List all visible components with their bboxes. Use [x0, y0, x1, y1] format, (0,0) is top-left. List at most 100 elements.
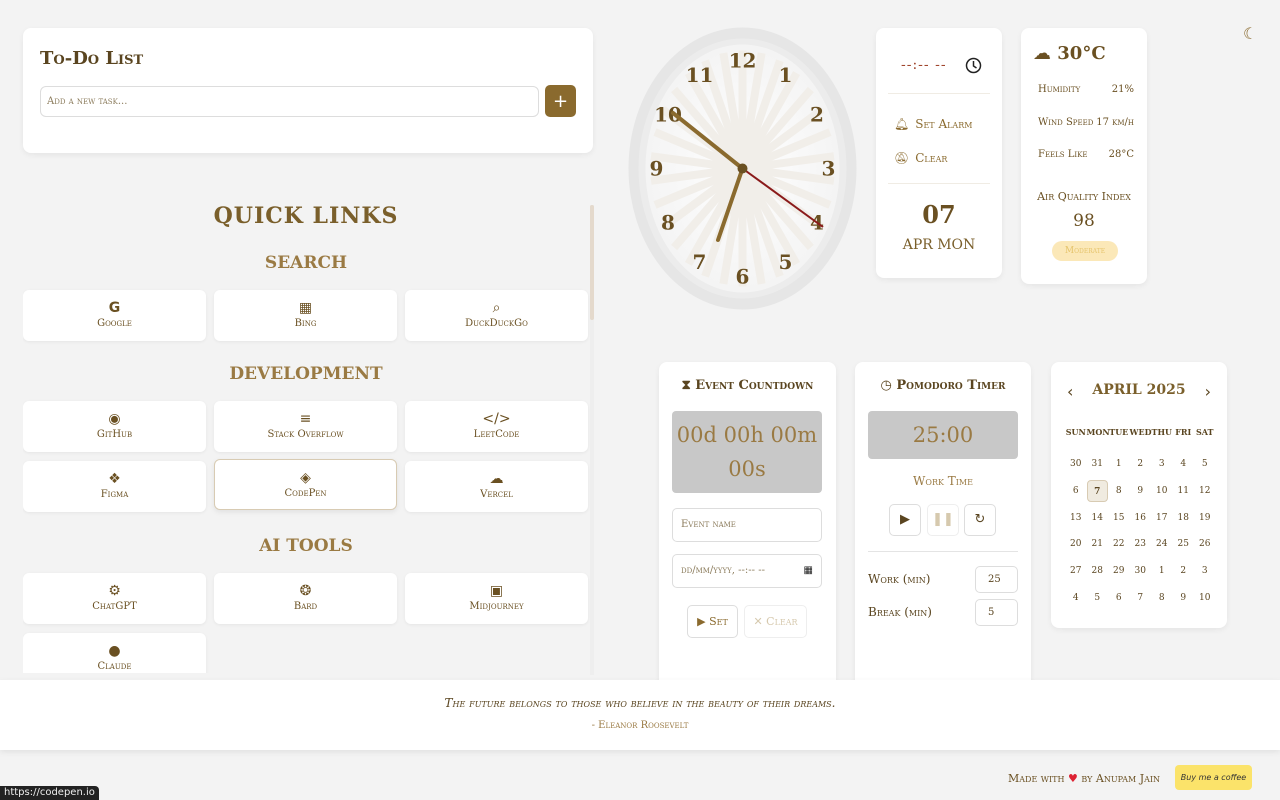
- calendar-day[interactable]: 20: [1065, 533, 1087, 560]
- calendar-day[interactable]: 11: [1173, 480, 1195, 507]
- humidity-label: Humidity: [1038, 84, 1081, 95]
- link-claude[interactable]: ● Claude: [23, 633, 206, 673]
- aqi-label: Air Quality Index: [1037, 190, 1131, 203]
- clear-countdown-button[interactable]: ✕ Clear: [744, 605, 807, 638]
- calendar-day[interactable]: 15: [1108, 507, 1130, 534]
- next-month-button[interactable]: ›: [1205, 382, 1211, 401]
- pause-button[interactable]: ❚❚: [927, 504, 959, 536]
- brain-icon: ❂: [299, 583, 312, 599]
- moon-icon[interactable]: ☾: [1243, 24, 1257, 43]
- work-input[interactable]: 25: [975, 566, 1018, 593]
- calendar-day[interactable]: 29: [1108, 560, 1130, 587]
- clear-alarm-button[interactable]: 🔕︎ Clear: [894, 151, 947, 165]
- link-stack-overflow[interactable]: ≡ Stack Overflow: [214, 401, 397, 452]
- link-codepen[interactable]: ◈ CodePen: [214, 459, 397, 510]
- link-duckduckgo[interactable]: ⌕ DuckDuckGo: [405, 290, 588, 341]
- break-input[interactable]: 5: [975, 599, 1018, 626]
- calendar-icon[interactable]: ▦: [804, 555, 813, 587]
- set-countdown-button[interactable]: ▶ Set: [687, 605, 738, 638]
- calendar-day[interactable]: 2: [1173, 560, 1195, 587]
- add-task-button[interactable]: +: [545, 85, 576, 117]
- clock-number: 1: [779, 63, 793, 87]
- buy-me-coffee-button[interactable]: Buy me a coffee: [1175, 765, 1252, 790]
- feels-label: Feels Like: [1038, 149, 1088, 160]
- reset-icon: ↻: [974, 512, 986, 527]
- quote-bar: The future belongs to those who believe …: [0, 680, 1280, 750]
- x-icon: ✕: [753, 615, 763, 628]
- calendar-day[interactable]: 7: [1086, 479, 1108, 502]
- calendar-day[interactable]: 13: [1065, 507, 1087, 534]
- google-icon: G: [108, 300, 121, 316]
- play-icon: ▶: [697, 615, 706, 628]
- set-label: Set: [709, 615, 728, 628]
- set-alarm-button[interactable]: 🔔︎ Set Alarm: [894, 117, 972, 131]
- calendar-day[interactable]: 25: [1173, 533, 1195, 560]
- calendar-header: ‹ APRIL 2025 ›: [1051, 382, 1227, 401]
- calendar-day[interactable]: 4: [1173, 453, 1195, 480]
- event-name-input[interactable]: Event name: [672, 508, 822, 542]
- calendar-day[interactable]: 8: [1108, 480, 1130, 507]
- clock-number: 2: [810, 103, 824, 127]
- prev-month-button[interactable]: ‹: [1067, 382, 1073, 401]
- weekday-label: MON: [1086, 427, 1110, 437]
- calendar-grid: 30 31 1 2 3 4 5 6 7 8 9 10 11 12 13 14 15 16 17 18 19 20 21 22 2…: [1065, 453, 1216, 614]
- quote-text: The future belongs to those who believe …: [444, 696, 836, 710]
- calendar-day[interactable]: 1: [1151, 560, 1173, 587]
- calendar-day[interactable]: 30: [1130, 560, 1152, 587]
- link-label: Stack Overflow: [267, 429, 344, 440]
- calendar-day[interactable]: 6: [1108, 587, 1130, 614]
- wind-label: Wind Speed: [1038, 117, 1094, 128]
- calendar-day[interactable]: 23: [1130, 533, 1152, 560]
- calendar-day[interactable]: 9: [1173, 587, 1195, 614]
- link-chatgpt[interactable]: ⚙ ChatGPT: [23, 573, 206, 624]
- calendar-day[interactable]: 6: [1065, 480, 1087, 507]
- calendar-day[interactable]: 3: [1194, 560, 1216, 587]
- calendar-day[interactable]: 16: [1130, 507, 1152, 534]
- humidity-value: 21%: [1111, 84, 1134, 95]
- calendar-day[interactable]: 10: [1194, 587, 1216, 614]
- calendar-day[interactable]: 8: [1151, 587, 1173, 614]
- link-bard[interactable]: ❂ Bard: [214, 573, 397, 624]
- event-date-input[interactable]: dd/mm/yyyy, --:-- -- ▦: [672, 554, 822, 588]
- calendar-day[interactable]: 2: [1130, 453, 1152, 480]
- calendar-day[interactable]: 12: [1194, 480, 1216, 507]
- calendar-day[interactable]: 9: [1130, 480, 1152, 507]
- link-label: Google: [97, 318, 132, 329]
- calendar-day[interactable]: 17: [1151, 507, 1173, 534]
- calendar-day[interactable]: 28: [1087, 560, 1109, 587]
- calendar-day[interactable]: 4: [1065, 587, 1087, 614]
- play-button[interactable]: ▶: [889, 504, 921, 536]
- calendar-day[interactable]: 7: [1130, 587, 1152, 614]
- calendar-day[interactable]: 19: [1194, 507, 1216, 534]
- calendar-day[interactable]: 27: [1065, 560, 1087, 587]
- link-bing[interactable]: ▦ Bing: [214, 290, 397, 341]
- link-label: Vercel: [480, 489, 513, 500]
- calendar-day[interactable]: 18: [1173, 507, 1195, 534]
- calendar-day[interactable]: 30: [1065, 453, 1087, 480]
- link-leetcode[interactable]: </> LeetCode: [405, 401, 588, 452]
- calendar-day[interactable]: 31: [1087, 453, 1109, 480]
- calendar-day[interactable]: 14: [1087, 507, 1109, 534]
- calendar-day[interactable]: 22: [1108, 533, 1130, 560]
- link-vercel[interactable]: ☁ Vercel: [405, 461, 588, 512]
- link-figma[interactable]: ❖ Figma: [23, 461, 206, 512]
- link-midjourney[interactable]: ▣ Midjourney: [405, 573, 588, 624]
- link-google[interactable]: G Google: [23, 290, 206, 341]
- calendar-day[interactable]: 5: [1194, 453, 1216, 480]
- task-input[interactable]: [40, 86, 539, 117]
- link-label: CodePen: [284, 488, 327, 499]
- link-label: Bard: [293, 601, 318, 612]
- calendar-day[interactable]: 3: [1151, 453, 1173, 480]
- calendar-day[interactable]: 5: [1087, 587, 1109, 614]
- calendar-day[interactable]: 26: [1194, 533, 1216, 560]
- link-github[interactable]: ◉ GitHub: [23, 401, 206, 452]
- calendar-day[interactable]: 24: [1151, 533, 1173, 560]
- scrollbar-thumb[interactable]: [590, 205, 594, 320]
- reset-button[interactable]: ↻: [964, 504, 996, 536]
- calendar-day[interactable]: 21: [1087, 533, 1109, 560]
- calendar-day[interactable]: 10: [1151, 480, 1173, 507]
- date-month-weekday: APR MON: [902, 237, 976, 253]
- calendar-day[interactable]: 1: [1108, 453, 1130, 480]
- quick-links-scrollbar[interactable]: [590, 205, 594, 675]
- clock-icon[interactable]: [965, 57, 982, 74]
